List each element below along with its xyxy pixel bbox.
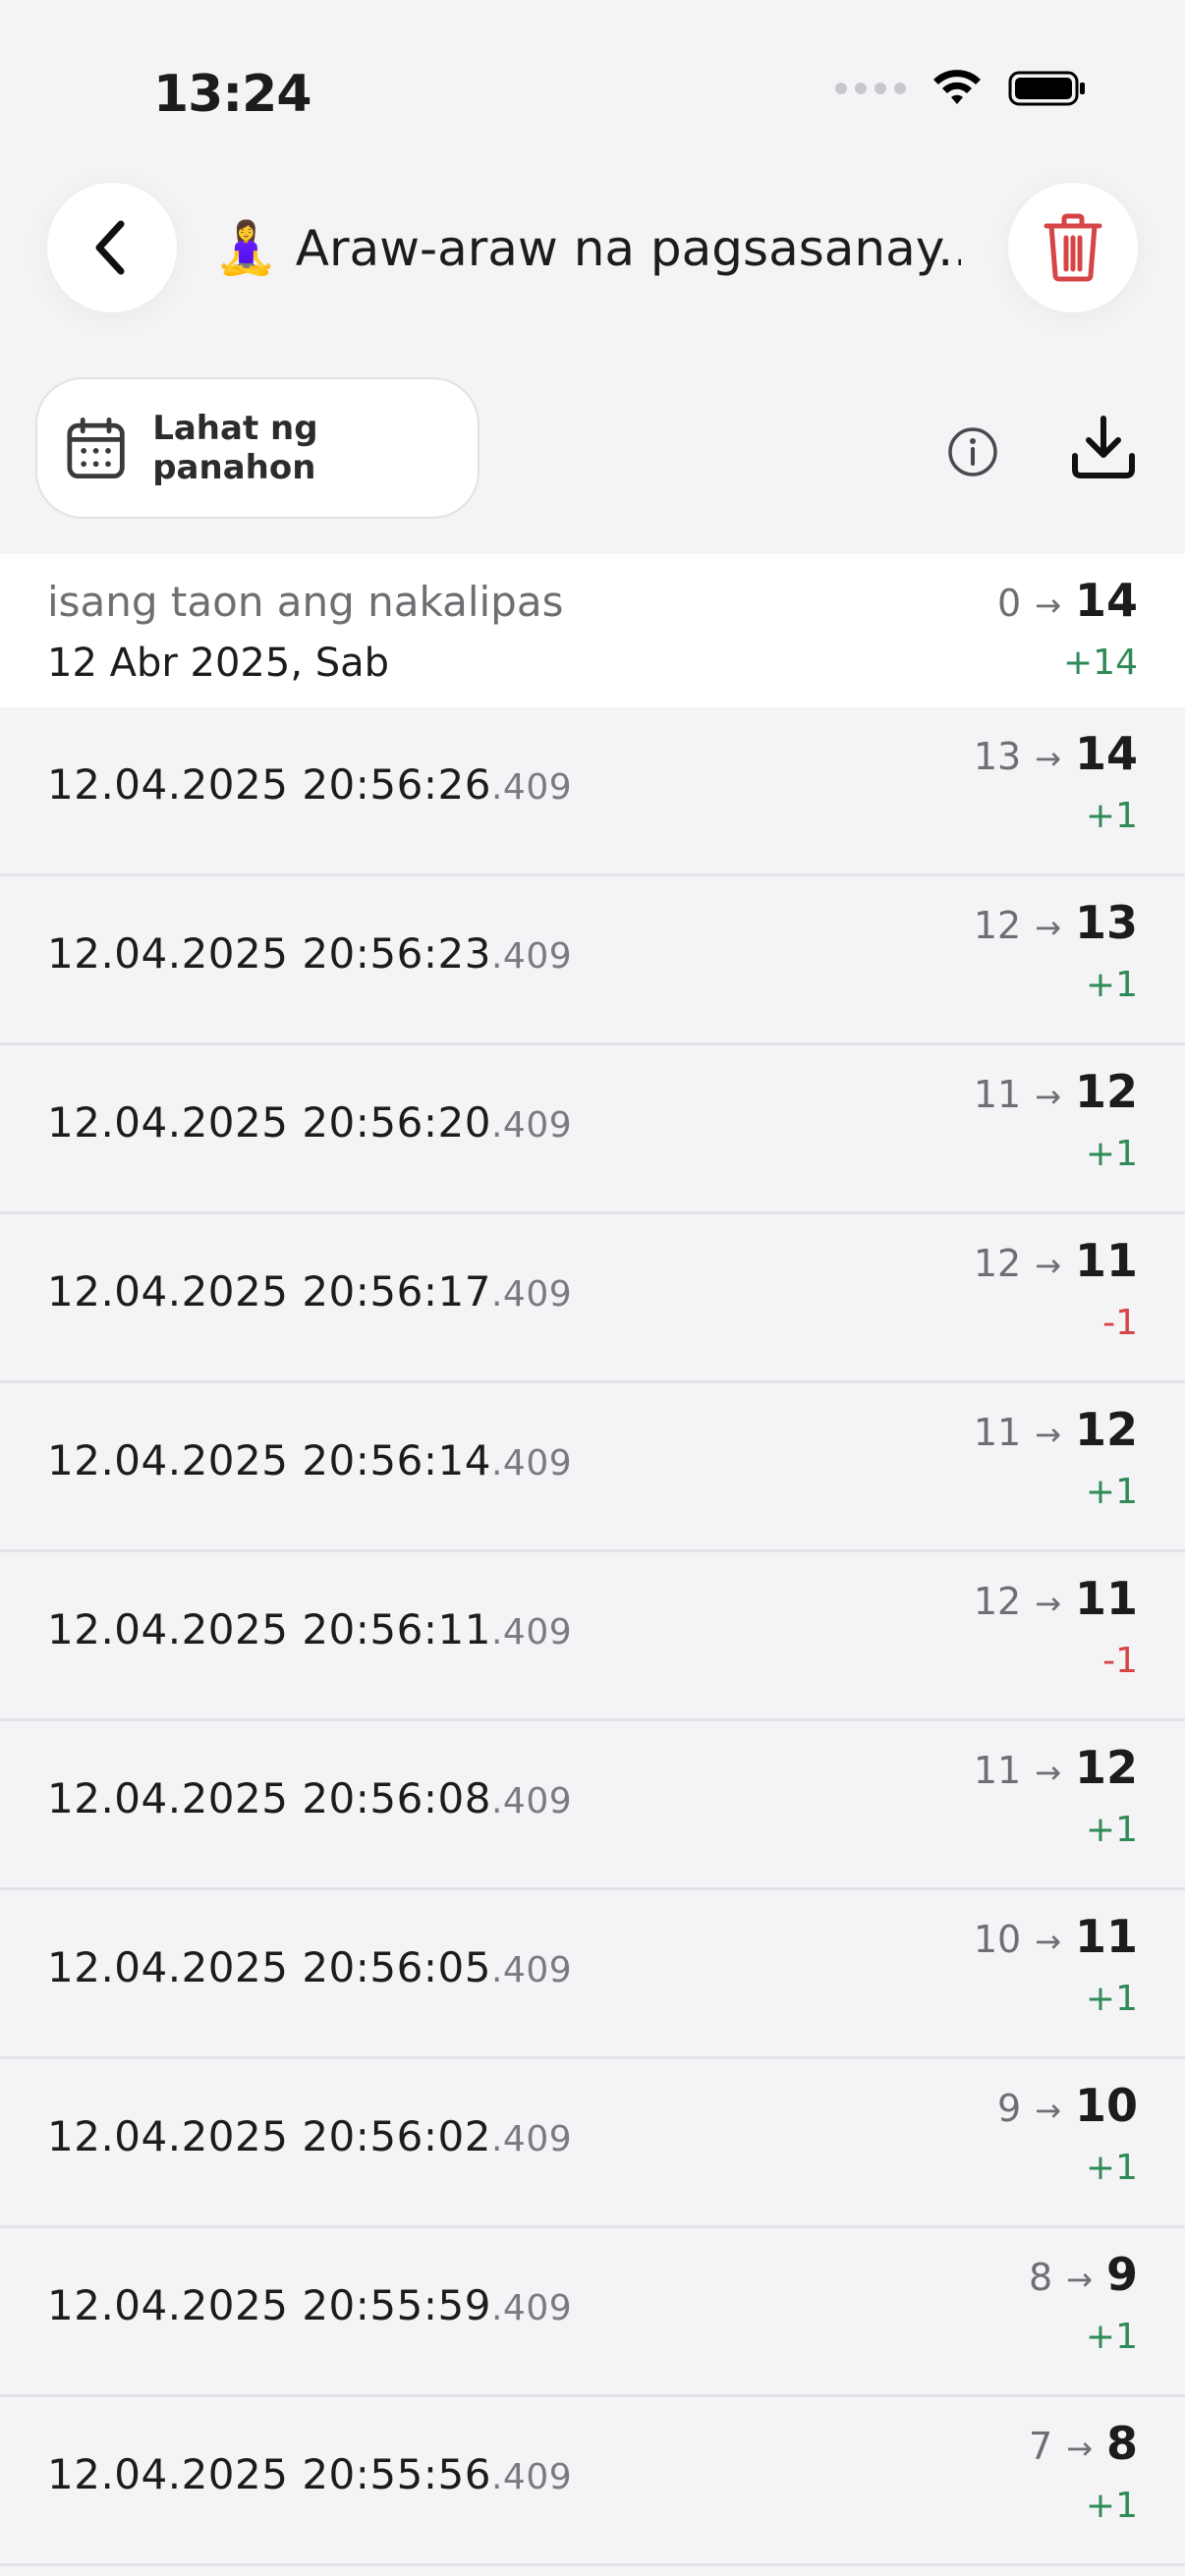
entry-value-change: 11 → 12 (973, 1403, 1138, 1456)
history-row[interactable]: 12.04.2025 20:55:56.409 7 → 8 +1 (0, 2397, 1185, 2566)
entry-delta: +1 (1085, 1134, 1138, 1174)
entry-delta: +1 (1085, 2486, 1138, 2526)
group-date: 12 Abr 2025, Sab (47, 641, 390, 686)
entry-value-change: 11 → 12 (973, 1065, 1138, 1118)
entry-timestamp: 12.04.2025 20:56:08.409 (47, 1774, 573, 1822)
history-list: isang taon ang nakalipas 12 Abr 2025, Sa… (0, 554, 1185, 2566)
arrow-right-icon: → (1035, 2092, 1061, 2129)
arrow-right-icon: → (1035, 1247, 1061, 1284)
entry-delta: +1 (1085, 1979, 1138, 2019)
entry-value-change: 13 → 14 (973, 727, 1138, 780)
history-row[interactable]: 12.04.2025 20:56:20.409 11 → 12 +1 (0, 1045, 1185, 1214)
entry-timestamp: 12.04.2025 20:56:20.409 (47, 1098, 573, 1147)
day-group-header: isang taon ang nakalipas 12 Abr 2025, Sa… (0, 554, 1185, 707)
entry-timestamp: 12.04.2025 20:56:17.409 (47, 1267, 573, 1316)
arrow-right-icon: → (1066, 2261, 1093, 2298)
arrow-right-icon: → (1066, 2430, 1093, 2467)
cellular-signal-icon (835, 83, 906, 94)
arrow-right-icon: → (1035, 1754, 1061, 1791)
history-row[interactable]: 12.04.2025 20:56:17.409 12 → 11 -1 (0, 1214, 1185, 1383)
entry-value-change: 12 → 13 (973, 896, 1138, 949)
history-row[interactable]: 12.04.2025 20:56:14.409 11 → 12 +1 (0, 1383, 1185, 1552)
entry-timestamp: 12.04.2025 20:56:11.409 (47, 1605, 573, 1653)
page-title-text: Araw-araw na pagsasanay... (295, 219, 961, 277)
entry-timestamp: 12.04.2025 20:56:05.409 (47, 1943, 573, 1991)
meditation-emoji: 🧘‍♀️ (214, 219, 278, 278)
entry-delta: +1 (1085, 1810, 1138, 1850)
entry-value-change: 11 → 12 (973, 1741, 1138, 1794)
period-filter-button[interactable]: Lahat ng panahon (35, 377, 480, 519)
entry-delta: -1 (1102, 1641, 1138, 1681)
entry-delta: +1 (1085, 2148, 1138, 2188)
back-button[interactable] (47, 183, 177, 312)
entry-timestamp: 12.04.2025 20:55:59.409 (47, 2281, 573, 2329)
entry-timestamp: 12.04.2025 20:55:56.409 (47, 2450, 573, 2498)
download-icon[interactable] (1069, 413, 1138, 481)
entry-timestamp: 12.04.2025 20:56:23.409 (47, 929, 573, 978)
entry-value-change: 8 → 9 (1028, 2248, 1138, 2301)
entry-delta: -1 (1102, 1303, 1138, 1343)
arrow-right-icon: → (1035, 1923, 1061, 1960)
toolbar: Lahat ng panahon (0, 377, 1185, 521)
history-row[interactable]: 12.04.2025 20:56:23.409 12 → 13 +1 (0, 876, 1185, 1045)
arrow-right-icon: → (1035, 587, 1061, 624)
group-to-value: 14 (1074, 574, 1138, 627)
entry-delta: +1 (1085, 796, 1138, 836)
group-from-value: 0 (996, 582, 1022, 625)
entry-value-change: 12 → 11 (973, 1572, 1138, 1625)
history-row[interactable]: 12.04.2025 20:56:05.409 10 → 11 +1 (0, 1890, 1185, 2059)
status-time: 13:24 (153, 65, 312, 124)
status-icons (835, 69, 1087, 108)
history-row[interactable]: 12.04.2025 20:56:11.409 12 → 11 -1 (0, 1552, 1185, 1721)
entry-timestamp: 12.04.2025 20:56:26.409 (47, 760, 573, 809)
status-bar: 13:24 (0, 0, 1185, 187)
info-icon[interactable] (945, 424, 1000, 479)
entry-value-change: 7 → 8 (1028, 2417, 1138, 2470)
page-title: 🧘‍♀️ Araw-araw na pagsasanay... (214, 218, 961, 278)
entry-delta: +1 (1085, 965, 1138, 1005)
group-relative-time: isang taon ang nakalipas (47, 578, 564, 626)
entry-timestamp: 12.04.2025 20:56:14.409 (47, 1436, 573, 1484)
history-row[interactable]: 12.04.2025 20:56:02.409 9 → 10 +1 (0, 2059, 1185, 2228)
entry-value-change: 10 → 11 (973, 1910, 1138, 1963)
trash-icon (1044, 213, 1102, 282)
arrow-right-icon: → (1035, 1078, 1061, 1115)
arrow-right-icon: → (1035, 1416, 1061, 1453)
entry-delta: +1 (1085, 2317, 1138, 2357)
period-filter-label: Lahat ng panahon (152, 409, 318, 487)
group-value-change: 0 → 14 (997, 574, 1138, 627)
calendar-icon (67, 417, 125, 479)
wifi-icon (933, 70, 981, 104)
entry-timestamp: 12.04.2025 20:56:02.409 (47, 2112, 573, 2160)
arrow-right-icon: → (1035, 740, 1061, 777)
chevron-left-icon (95, 220, 125, 275)
arrow-right-icon: → (1035, 1585, 1061, 1622)
history-row[interactable]: 12.04.2025 20:56:26.409 13 → 14 +1 (0, 707, 1185, 876)
entry-value-change: 12 → 11 (973, 1234, 1138, 1287)
group-delta: +14 (1063, 643, 1138, 683)
delete-button[interactable] (1008, 183, 1138, 312)
battery-icon (1008, 71, 1085, 106)
arrow-right-icon: → (1035, 909, 1061, 946)
entry-value-change: 9 → 10 (996, 2079, 1138, 2132)
history-row[interactable]: 12.04.2025 20:55:59.409 8 → 9 +1 (0, 2228, 1185, 2397)
history-row[interactable]: 12.04.2025 20:56:08.409 11 → 12 +1 (0, 1721, 1185, 1890)
entry-delta: +1 (1085, 1472, 1138, 1512)
